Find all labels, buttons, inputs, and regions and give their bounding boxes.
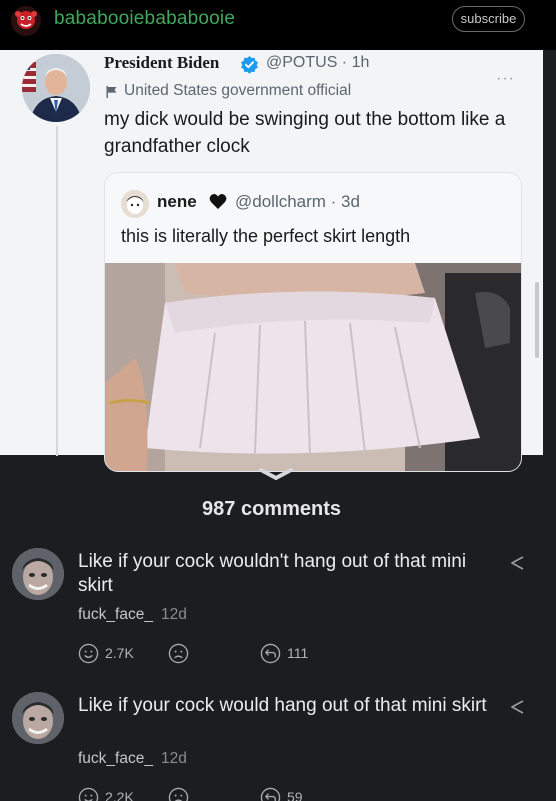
quoted-author-avatar: [121, 190, 149, 218]
user-avatar[interactable]: [11, 6, 41, 36]
reply-icon: [260, 643, 281, 663]
government-account-label: United States government official: [124, 82, 352, 99]
heart-icon: [209, 194, 227, 209]
government-flag-icon: [106, 86, 117, 98]
comment-text: Like if your cock would hang out of that…: [78, 695, 487, 716]
dislike-button[interactable]: [168, 785, 189, 801]
comment-time: 12d: [160, 750, 187, 767]
like-count: 2.2K: [105, 789, 134, 801]
tweet-author-avatar: [22, 54, 90, 122]
tweet-author-handle: @POTUS · 1h: [266, 54, 370, 71]
share-icon[interactable]: [508, 554, 526, 572]
image-scrollbar[interactable]: [535, 282, 539, 358]
quoted-author-name: nene: [157, 192, 197, 211]
verified-badge-icon: [241, 55, 258, 74]
quoted-tweet-text: this is literally the perfect skirt leng…: [121, 226, 411, 246]
frown-icon: [168, 787, 189, 801]
chevron-down-icon[interactable]: [258, 467, 294, 481]
comment-time: 12d: [160, 606, 187, 623]
comment-text: Like if your cock wouldn't hang out of t…: [78, 551, 467, 596]
comment-author[interactable]: fuck_face_ 12d: [78, 750, 187, 768]
share-icon[interactable]: [508, 698, 526, 716]
commenter-avatar[interactable]: [12, 548, 64, 600]
smiley-icon: [78, 643, 99, 663]
reply-icon: [260, 787, 281, 801]
tweet-text: my dick would be swinging out the bottom…: [104, 109, 506, 157]
quoted-author-handle: @dollcharm · 3d: [235, 192, 360, 211]
reply-count: 59: [287, 789, 303, 801]
image-scroll-track: [543, 50, 556, 455]
more-options-icon: ···: [496, 70, 515, 87]
frown-icon: [168, 643, 189, 663]
poster-username[interactable]: bababooiebababooie: [54, 8, 235, 30]
smiley-icon: [78, 787, 99, 801]
thread-line: [56, 126, 58, 456]
tweet-author-name: President Biden: [104, 53, 220, 72]
like-button[interactable]: 2.2K: [78, 785, 134, 801]
like-count: 2.7K: [105, 645, 134, 661]
commenter-avatar[interactable]: [12, 692, 64, 744]
top-bar: bababooiebababooie subscribe: [0, 0, 556, 50]
quoted-tweet-card: nene @dollcharm · 3d this is literally t…: [104, 172, 522, 472]
comment-author[interactable]: fuck_face_ 12d: [78, 606, 187, 624]
reply-button[interactable]: 59: [260, 785, 303, 801]
comments-count: 987 comments: [202, 498, 341, 520]
dislike-button[interactable]: [168, 641, 189, 665]
like-button[interactable]: 2.7K: [78, 641, 134, 665]
reply-count: 111: [287, 645, 309, 661]
quoted-tweet-photo: [105, 263, 521, 471]
reply-button[interactable]: 111: [260, 641, 308, 665]
subscribe-button[interactable]: subscribe: [452, 6, 525, 32]
